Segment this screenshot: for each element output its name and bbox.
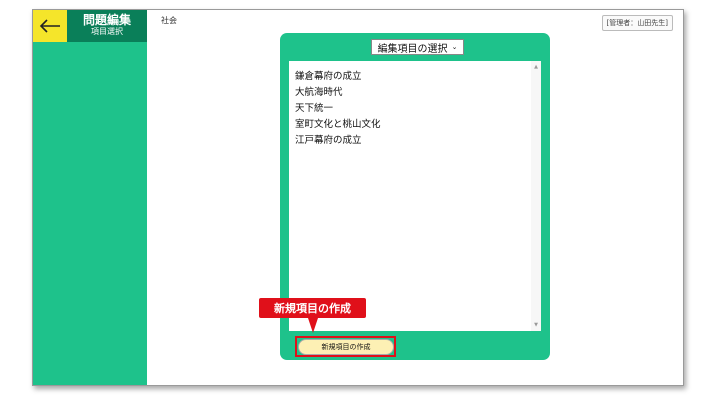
sidebar — [33, 10, 147, 385]
subject-label: 社会 — [161, 16, 177, 25]
chevron-down-icon: ⌄ — [451, 43, 458, 51]
item-list: 鎌倉幕府の成立 大航海時代 天下統一 室町文化と桃山文化 江戸幕府の成立 — [289, 61, 541, 149]
arrow-left-icon — [39, 19, 60, 33]
header-title: 問題編集 項目選択 — [67, 10, 147, 42]
callout-pointer — [308, 318, 318, 333]
item-select-dropdown[interactable]: 編集項目の選択 ⌄ — [371, 39, 464, 55]
list-item[interactable]: 大航海時代 — [295, 85, 541, 101]
list-item[interactable]: 天下統一 — [295, 101, 541, 117]
admin-badge: [管理者：山田先生] — [601, 15, 673, 31]
app-window: 問題編集 項目選択 社会 [管理者：山田先生] 編集項目の選択 ⌄ 鎌倉幕府の成… — [32, 9, 684, 386]
create-item-button[interactable]: 新規項目の作成 — [298, 339, 394, 355]
list-item[interactable]: 鎌倉幕府の成立 — [295, 69, 541, 85]
callout-label: 新規項目の作成 — [259, 298, 366, 318]
page-subtitle: 項目選択 — [91, 27, 123, 36]
select-value: 編集項目の選択 — [377, 43, 448, 55]
scroll-down-icon[interactable]: ▼ — [531, 321, 541, 329]
scroll-up-icon[interactable]: ▲ — [531, 63, 541, 71]
item-list-box[interactable]: 鎌倉幕府の成立 大航海時代 天下統一 室町文化と桃山文化 江戸幕府の成立 ▲ ▼ — [289, 61, 541, 331]
list-scrollbar[interactable]: ▲ ▼ — [531, 61, 541, 331]
list-item[interactable]: 室町文化と桃山文化 — [295, 117, 541, 133]
back-button[interactable] — [33, 10, 67, 42]
page-title: 問題編集 — [82, 13, 131, 27]
list-item[interactable]: 江戸幕府の成立 — [295, 133, 541, 149]
